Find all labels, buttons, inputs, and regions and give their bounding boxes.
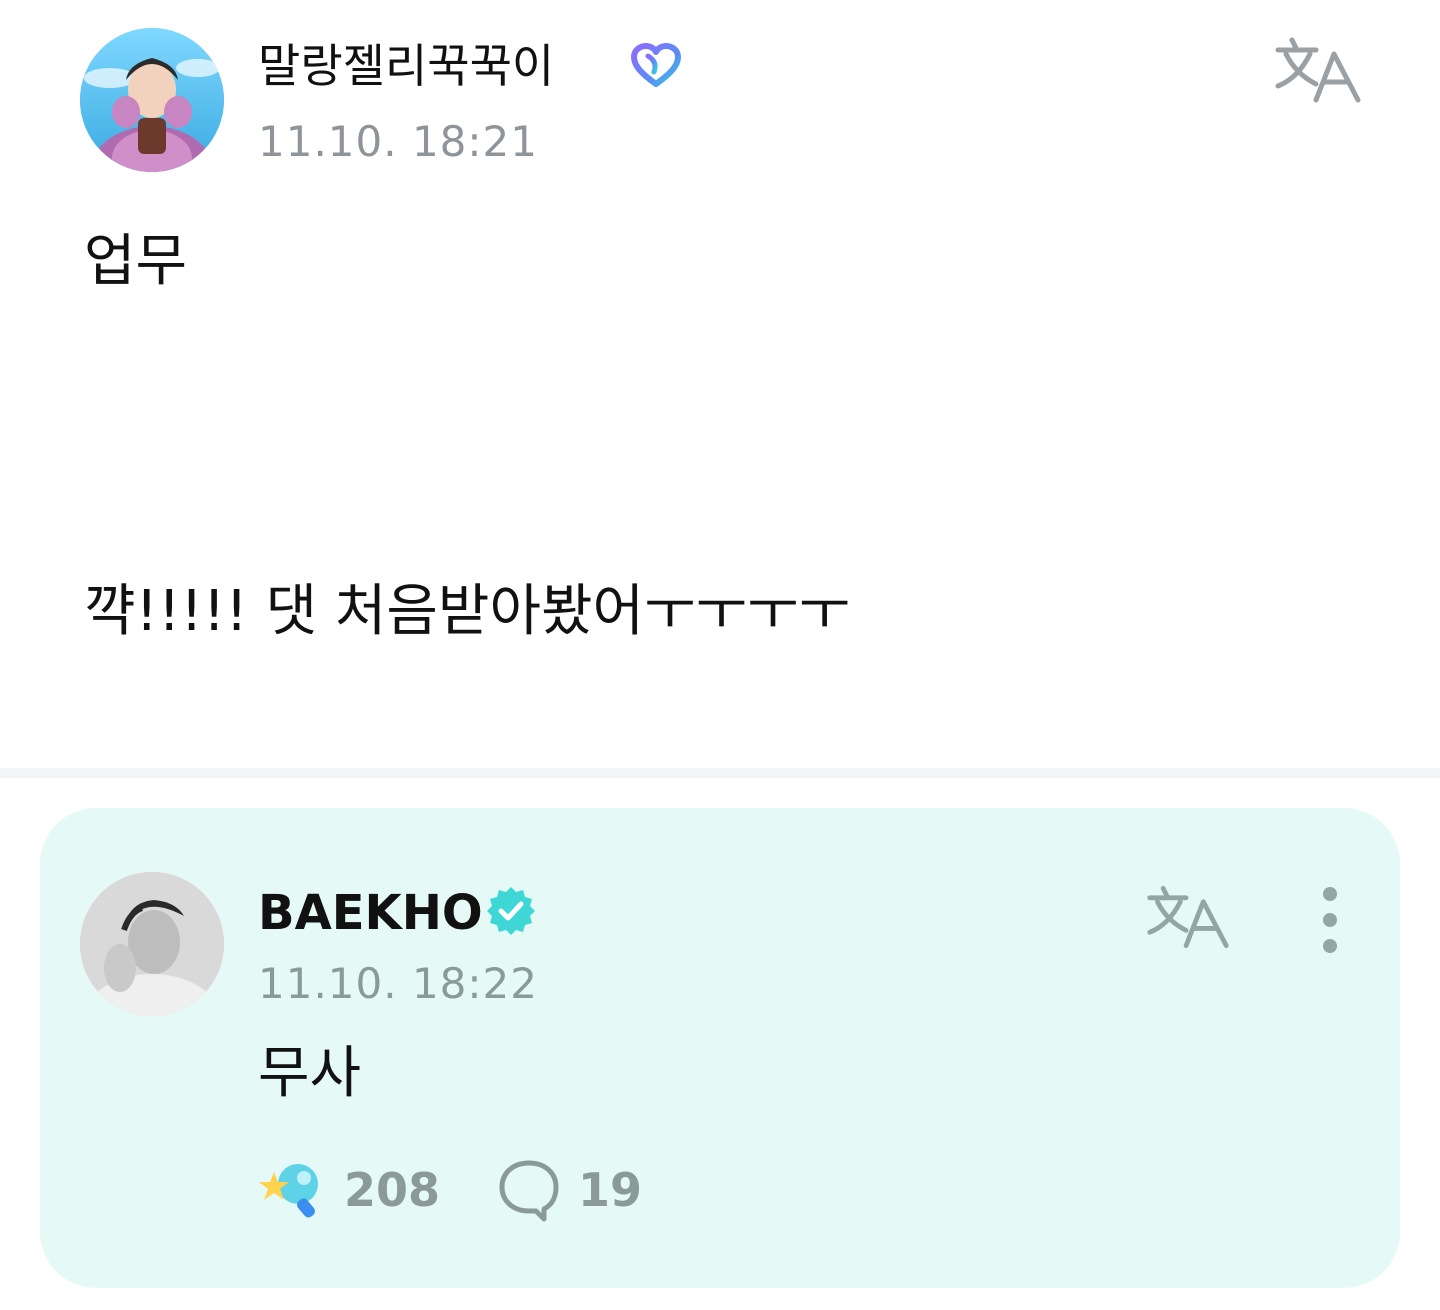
reply-avatar[interactable]	[80, 872, 224, 1016]
post-username[interactable]: 말랑젤리꾹꾹이	[258, 36, 554, 96]
comment-bubble-icon	[499, 1160, 559, 1222]
reaction-button[interactable]: 208	[256, 1152, 440, 1228]
comment-button[interactable]: 19	[496, 1152, 642, 1228]
more-vertical-icon[interactable]	[1300, 884, 1360, 956]
reaction-count: 208	[344, 1163, 441, 1217]
lightstick-reaction-icon	[259, 1164, 318, 1218]
translate-icon[interactable]	[1272, 34, 1364, 104]
reply-username[interactable]: BAEKHO	[258, 882, 483, 944]
reply-body: 무사	[258, 1041, 362, 1106]
post-body-line1: 업무	[84, 229, 188, 294]
section-divider	[0, 768, 1440, 778]
reply-timestamp: 11.10. 18:22	[258, 959, 538, 1008]
post-avatar[interactable]	[80, 28, 224, 172]
comment-count: 19	[578, 1163, 643, 1217]
post-timestamp: 11.10. 18:21	[258, 117, 538, 166]
heart-badge-icon	[631, 43, 681, 87]
artist-reply-card[interactable]	[40, 808, 1400, 1288]
verified-badge-icon	[487, 887, 535, 935]
post-body-line2: 꺅!!!!! 댓 처음받아봤어ㅜㅜㅜㅜ	[84, 579, 851, 644]
translate-icon[interactable]	[1144, 882, 1232, 950]
